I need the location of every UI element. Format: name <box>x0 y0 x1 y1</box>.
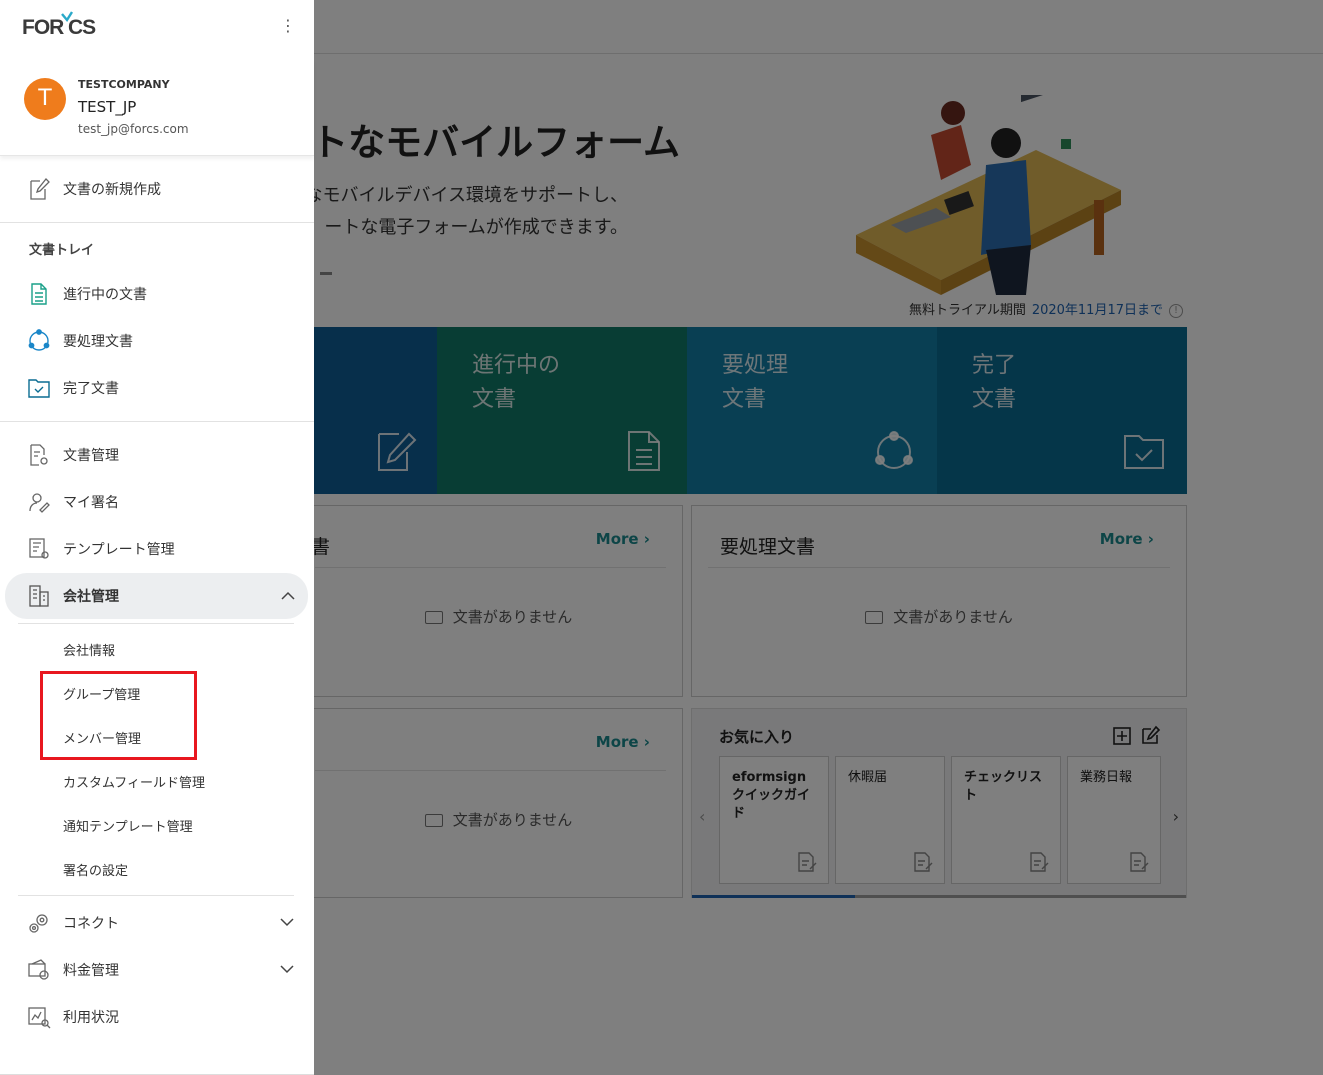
sub-notification-template-management[interactable]: 通知テンプレート管理 <box>63 816 193 835</box>
svg-text:CS: CS <box>68 16 96 39</box>
nav-label: 利用状況 <box>63 1010 119 1026</box>
divider <box>0 222 314 223</box>
document-icon <box>31 283 47 305</box>
forcs-logo: FOR CS <box>22 11 97 39</box>
wallet-icon <box>28 959 49 980</box>
chart-search-icon <box>28 1007 51 1029</box>
nav-label: 文書管理 <box>63 448 119 464</box>
nav-label: 進行中の文書 <box>63 287 147 303</box>
nav-label: 要処理文書 <box>63 334 133 350</box>
divider <box>18 623 294 624</box>
new-document-icon <box>30 178 50 200</box>
nav-label: マイ署名 <box>63 495 119 511</box>
nav-connect[interactable]: コネクト <box>0 903 314 943</box>
nav-label: 会社管理 <box>63 589 119 605</box>
nav-label: 完了文書 <box>63 381 119 397</box>
chevron-up-icon[interactable] <box>281 591 295 601</box>
sub-custom-field-management[interactable]: カスタムフィールド管理 <box>63 772 205 791</box>
chevron-down-icon[interactable] <box>280 964 294 974</box>
nav-action-needed[interactable]: 要処理文書 <box>0 321 314 361</box>
user-name: TEST_JP <box>78 98 137 116</box>
more-vertical-icon[interactable]: ⋮ <box>279 14 297 38</box>
nav-document-management[interactable]: 文書管理 <box>0 435 314 475</box>
nav-label: 料金管理 <box>63 963 119 979</box>
nav-company-management[interactable]: 会社管理 <box>5 573 308 619</box>
navigation-drawer: FOR CS ⋮ T TESTCOMPANY TEST_JP test_jp@f… <box>0 0 314 1075</box>
nav-new-document[interactable]: 文書の新規作成 <box>0 169 314 209</box>
section-heading: 文書トレイ <box>29 243 95 258</box>
highlight-box <box>40 671 197 760</box>
nav-in-progress[interactable]: 進行中の文書 <box>0 274 314 314</box>
nav-label: 文書の新規作成 <box>63 182 161 198</box>
folder-check-icon <box>28 379 50 398</box>
template-gear-icon <box>29 538 49 559</box>
nav-billing[interactable]: 料金管理 <box>0 950 314 990</box>
divider <box>0 421 314 422</box>
nav-template-management[interactable]: テンプレート管理 <box>0 529 314 569</box>
gears-icon <box>29 914 48 933</box>
cycle-icon <box>28 329 50 351</box>
sub-company-info[interactable]: 会社情報 <box>63 640 115 659</box>
user-email: test_jp@forcs.com <box>78 122 189 136</box>
sub-signature-settings[interactable]: 署名の設定 <box>63 860 128 879</box>
nav-completed[interactable]: 完了文書 <box>0 368 314 408</box>
profile-card: T TESTCOMPANY TEST_JP test_jp@forcs.com <box>0 60 314 156</box>
nav-usage[interactable]: 利用状況 <box>0 997 314 1037</box>
user-signature-icon <box>29 493 50 513</box>
nav-label: テンプレート管理 <box>63 542 175 558</box>
nav-label: コネクト <box>63 916 119 932</box>
avatar: T <box>24 78 66 120</box>
company-name: TESTCOMPANY <box>78 78 170 91</box>
document-gear-icon <box>30 444 48 466</box>
divider <box>18 895 294 896</box>
nav-my-signature[interactable]: マイ署名 <box>0 482 314 522</box>
building-icon <box>29 585 49 607</box>
svg-text:FOR: FOR <box>22 16 64 39</box>
chevron-down-icon[interactable] <box>280 917 294 927</box>
